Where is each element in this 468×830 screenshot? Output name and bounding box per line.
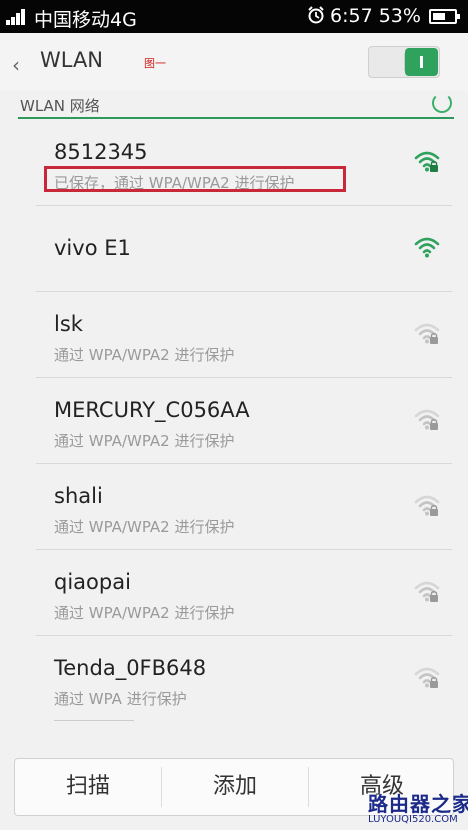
watermark-text: 路由器之家	[368, 792, 468, 816]
network-item[interactable]: qiaopai 通过 WPA/WPA2 进行保护	[36, 550, 452, 636]
wifi-locked-icon	[414, 151, 440, 172]
network-item[interactable]: Tenda_0FB648 通过 WPA 进行保护	[36, 636, 452, 722]
network-name: Tenda_0FB648	[54, 656, 207, 680]
network-security-status: 通过 WPA/WPA2 进行保护	[54, 604, 235, 622]
network-item[interactable]: lsk 通过 WPA/WPA2 进行保护	[36, 292, 452, 378]
clock: 6:57 53%	[330, 5, 421, 27]
scanning-spinner-icon	[432, 93, 452, 113]
app-header: ‹ WLAN 图一	[0, 33, 468, 91]
site-watermark: 路由器之家 LUYOUQI520.COM	[368, 788, 468, 828]
network-list: 8512345 已保存，通过 WPA/WPA2 进行保护 vivo E1 lsk 通过 …	[0, 120, 468, 722]
carrier-label: 中国移动4G	[34, 9, 137, 31]
back-chevron-icon[interactable]: ‹	[12, 53, 20, 77]
network-name: shali	[54, 484, 103, 508]
page-title: WLAN	[40, 48, 104, 72]
battery-icon	[429, 9, 460, 24]
section-label: WLAN 网络	[20, 97, 100, 115]
signal-strength-icon	[6, 9, 28, 25]
list-overflow-area	[0, 712, 468, 762]
network-item[interactable]: 8512345 已保存，通过 WPA/WPA2 进行保护	[36, 120, 452, 206]
status-bar: 中国移动4G 6:57 53%	[0, 0, 468, 33]
wlan-network-section-header: WLAN 网络	[18, 93, 454, 119]
network-security-status: 通过 WPA/WPA2 进行保护	[54, 432, 235, 450]
wlan-toggle[interactable]	[368, 46, 440, 78]
wifi-locked-icon	[414, 323, 440, 344]
network-item[interactable]: MERCURY_C056AA 通过 WPA/WPA2 进行保护	[36, 378, 452, 464]
scan-button[interactable]: 扫描	[15, 759, 161, 815]
alarm-icon	[308, 6, 324, 24]
network-name: vivo E1	[54, 236, 131, 260]
wifi-locked-icon	[414, 409, 440, 430]
figure-annotation: 图一	[144, 57, 166, 70]
wifi-icon	[414, 237, 440, 258]
wifi-locked-icon	[414, 495, 440, 516]
partially-hidden-item	[54, 720, 134, 727]
network-security-status: 通过 WPA/WPA2 进行保护	[54, 518, 235, 536]
network-name: MERCURY_C056AA	[54, 398, 250, 422]
network-security-status: 通过 WPA/WPA2 进行保护	[54, 346, 235, 364]
network-item[interactable]: vivo E1	[36, 206, 452, 292]
add-network-button[interactable]: 添加	[162, 759, 308, 815]
network-item[interactable]: shali 通过 WPA/WPA2 进行保护	[36, 464, 452, 550]
toggle-knob	[405, 48, 438, 76]
time-label: 6:57	[330, 5, 373, 27]
network-name: lsk	[54, 312, 83, 336]
network-security-status: 通过 WPA 进行保护	[54, 690, 187, 708]
watermark-url: LUYOUQI520.COM	[368, 814, 458, 825]
wifi-locked-icon	[414, 581, 440, 602]
wifi-locked-icon	[414, 667, 440, 688]
network-name: qiaopai	[54, 570, 131, 594]
highlight-box	[44, 166, 346, 192]
battery-percent: 53%	[378, 5, 421, 27]
network-name: 8512345	[54, 140, 148, 164]
